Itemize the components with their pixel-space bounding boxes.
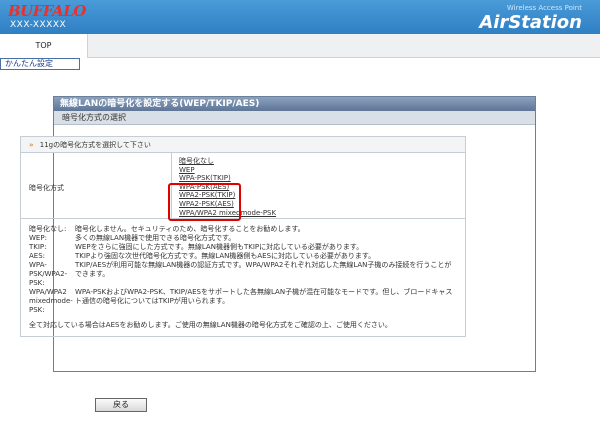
legend-key: WPA/WPA2 mixedmode-PSK: xyxy=(29,288,73,314)
back-button[interactable]: 戻る xyxy=(95,398,147,412)
product-tagline: Wireless Access Point xyxy=(506,4,582,12)
legend-desc: 多くの無線LAN機器で使用できる暗号化方式です。 xyxy=(75,234,236,242)
brand-logo: BUFFALO xyxy=(8,2,86,20)
legend-desc: TKIPより強固な次世代暗号化方式です。無線LAN機器側もAESに対応している必… xyxy=(75,252,376,260)
guide-text: » 11gの暗号化方式を選択して下さい xyxy=(21,137,465,153)
legend-desc: WPA-PSKおよびWPA2-PSK、TKIP/AESをサポートした各無線LAN… xyxy=(75,288,453,305)
tab-top[interactable]: TOP xyxy=(0,34,88,58)
highlight-box xyxy=(168,183,241,221)
legend-desc: WEPをさらに強固にした方式です。無線LAN機器側もTKIPに対応している必要が… xyxy=(75,243,364,251)
option-wep[interactable]: WEP xyxy=(179,166,276,175)
legend-row: 暗号化なし: 暗号化しません。セキュリティのため、暗号化することをお勧めします。 xyxy=(29,225,457,234)
option-none[interactable]: 暗号化なし xyxy=(179,157,276,166)
guide-label: 11gの暗号化方式を選択して下さい xyxy=(39,141,151,149)
product-name: AirStation xyxy=(479,12,582,33)
easy-setup-link[interactable]: かんたん設定 xyxy=(0,58,80,70)
legend-row: WEP: 多くの無線LAN機器で使用できる暗号化方式です。 xyxy=(29,234,457,243)
double-arrow-icon: » xyxy=(29,141,34,149)
encryption-legend: 暗号化なし: 暗号化しません。セキュリティのため、暗号化することをお勧めします。… xyxy=(21,219,465,336)
settings-box: » 11gの暗号化方式を選択して下さい 暗号化方式 暗号化なし WEP WPA-… xyxy=(20,136,466,337)
nav-bar xyxy=(0,34,600,58)
recommendation-note: 全て対応している場合はAESをお勧めします。ご使用の無線LAN機器の暗号化方式を… xyxy=(29,321,392,329)
legend-key: WEP: xyxy=(29,234,47,242)
legend-key: TKIP: xyxy=(29,243,47,251)
panel-title: 無線LANの暗号化を設定する(WEP/TKIP/AES) xyxy=(54,97,535,111)
encryption-row: 暗号化方式 暗号化なし WEP WPA-PSK(TKIP) WPA-PSK(AE… xyxy=(21,153,465,219)
legend-row: TKIP: WEPをさらに強固にした方式です。無線LAN機器側もTKIPに対応し… xyxy=(29,243,457,252)
model-name: XXX-XXXXX xyxy=(10,20,67,30)
legend-desc: 暗号化しません。セキュリティのため、暗号化することをお勧めします。 xyxy=(75,225,305,233)
option-wpa-psk-tkip[interactable]: WPA-PSK(TKIP) xyxy=(179,174,276,183)
app-header: BUFFALO XXX-XXXXX Wireless Access Point … xyxy=(0,0,600,34)
legend-key: AES: xyxy=(29,252,46,260)
legend-row: AES: TKIPより強固な次世代暗号化方式です。無線LAN機器側もAESに対応… xyxy=(29,252,457,261)
legend-key: WPA-PSK/WPA2-PSK: xyxy=(29,261,68,287)
section-title: 暗号化方式の選択 xyxy=(54,111,535,125)
legend-row: WPA-PSK/WPA2-PSK: TKIP/AESが利用可能な無線LAN機器の… xyxy=(29,261,457,288)
legend-row: WPA/WPA2 mixedmode-PSK: WPA-PSKおよびWPA2-P… xyxy=(29,288,457,315)
encryption-label: 暗号化方式 xyxy=(29,184,64,192)
legend-desc: TKIP/AESが利用可能な無線LAN機器の認証方式です。WPA/WPA2それぞ… xyxy=(75,261,452,278)
legend-key: 暗号化なし: xyxy=(29,225,67,233)
